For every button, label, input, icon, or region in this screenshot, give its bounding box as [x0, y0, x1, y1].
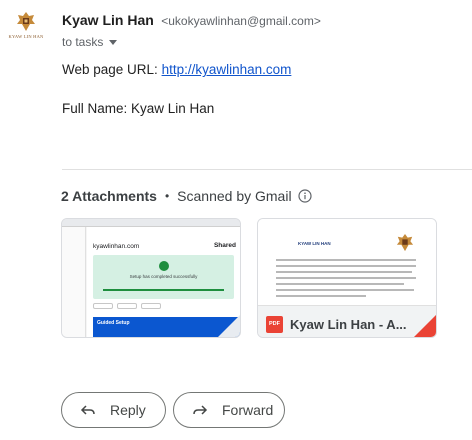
thumb-browser-bar [62, 219, 240, 227]
pdf-text-line [276, 259, 416, 261]
pdf-corner-fold [414, 315, 436, 337]
pdf-file-name: Kyaw Lin Han - A... [290, 317, 407, 332]
thumb-tab [141, 303, 161, 309]
pdf-text-line [276, 265, 416, 267]
attachments-count: 2 Attachments [61, 188, 157, 204]
attachments-header: 2 Attachments • Scanned by Gmail [61, 188, 312, 204]
sender-email: <ukokyawlinhan@gmail.com> [161, 14, 321, 28]
url-row: Web page URL: http://kyawlinhan.com [62, 62, 291, 77]
check-icon [158, 261, 169, 271]
forward-label: Forward [222, 402, 274, 418]
reply-button[interactable]: Reply [61, 392, 166, 428]
caret-down-icon[interactable] [109, 40, 118, 45]
pdf-preview-title: KYAW LIN HAN [298, 241, 331, 246]
attachments-divider [62, 169, 472, 170]
website-link[interactable]: http://kyawlinhan.com [162, 62, 292, 77]
thumb-progress [103, 289, 224, 291]
pdf-file-icon: PDF [266, 316, 283, 333]
card-corner-fold [218, 315, 240, 337]
pdf-logo-icon [396, 234, 414, 252]
recipient-label: to tasks [62, 35, 104, 49]
separator-dot: • [164, 189, 170, 203]
attachment-pdf-card[interactable]: KYAW LIN HAN PDF Kyaw Lin Han - A... [257, 218, 437, 338]
thumb-sidebar [62, 227, 86, 337]
sender-line: Kyaw Lin Han <ukokyawlinhan@gmail.com> [62, 12, 321, 30]
thumb-shared: Shared [213, 242, 236, 249]
pdf-text-line [276, 295, 366, 297]
thumb-success-message: Setup has completed successfully [129, 274, 198, 279]
info-icon[interactable] [297, 189, 312, 203]
attachment-image-card[interactable]: kyawlinhan.com Shared Setup has complete… [61, 218, 241, 338]
thumb-success-panel: Setup has completed successfully [93, 255, 234, 299]
pdf-text-line [276, 277, 416, 279]
recipient-toggle[interactable]: to tasks [62, 35, 118, 49]
reply-label: Reply [110, 402, 146, 418]
logo-text: KYAW LIN HAN [8, 34, 44, 39]
reply-arrow-icon [80, 405, 95, 415]
pdf-page-preview: KYAW LIN HAN [258, 219, 436, 305]
thumb-domain: kyawlinhan.com [93, 243, 140, 250]
pdf-file-footer: PDF Kyaw Lin Han - A... [258, 305, 436, 337]
pdf-text-line [276, 271, 412, 273]
thumb-guided-title: Guided Setup [97, 320, 130, 326]
sender-avatar[interactable]: KYAW LIN HAN [8, 11, 44, 45]
full-name-row: Full Name: Kyaw Lin Han [62, 101, 215, 116]
pdf-text-line [276, 283, 404, 285]
thumb-tab [93, 303, 113, 309]
thumb-tab [117, 303, 137, 309]
url-label: Web page URL: [62, 62, 162, 77]
thumb-tabs [93, 303, 161, 309]
forward-button[interactable]: Forward [173, 392, 285, 428]
forward-arrow-icon [193, 405, 208, 415]
scan-label: Scanned by Gmail [177, 188, 292, 204]
sender-name[interactable]: Kyaw Lin Han [62, 12, 154, 28]
sender-logo-icon [17, 12, 35, 31]
pdf-text-line [276, 289, 414, 291]
